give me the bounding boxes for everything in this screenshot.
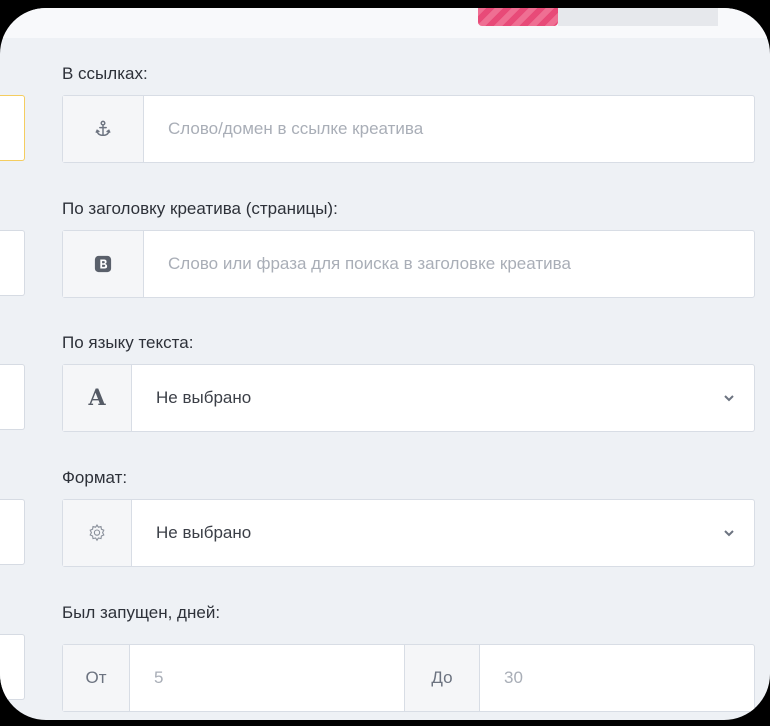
- language-select[interactable]: A Не выбрано: [62, 364, 755, 432]
- chevron-down-icon[interactable]: [704, 500, 754, 566]
- left-column-input-1[interactable]: [0, 95, 25, 161]
- format-filter-label: Формат:: [62, 468, 128, 487]
- launched-days-range: От 5 До 30: [62, 644, 755, 712]
- chevron-down-icon[interactable]: [704, 365, 754, 431]
- format-select[interactable]: Не выбрано: [62, 499, 755, 567]
- font-a-icon: A: [63, 365, 132, 431]
- title-filter-label: По заголовку креатива (страницы):: [62, 199, 338, 218]
- bold-b-icon: [63, 231, 144, 297]
- title-filter-input[interactable]: Слово или фраза для поиска в заголовке к…: [62, 230, 755, 298]
- gear-icon: [63, 500, 132, 566]
- from-label: От: [63, 645, 130, 711]
- title-filter-placeholder[interactable]: Слово или фраза для поиска в заголовке к…: [144, 231, 754, 297]
- left-column-input-5[interactable]: [0, 634, 25, 700]
- to-input[interactable]: 30: [480, 645, 754, 711]
- language-select-value[interactable]: Не выбрано: [132, 365, 704, 431]
- progress-stripe: [478, 8, 558, 26]
- launched-days-label: Был запущен, дней:: [62, 603, 221, 622]
- left-column-input-2[interactable]: [0, 230, 25, 296]
- left-column-input-4[interactable]: [0, 499, 25, 565]
- links-filter-input[interactable]: Слово/домен в ссылке креатива: [62, 95, 755, 163]
- links-filter-label: В ссылках:: [62, 64, 148, 83]
- to-label: До: [404, 645, 480, 711]
- format-select-value[interactable]: Не выбрано: [132, 500, 704, 566]
- left-column-input-3[interactable]: [0, 364, 25, 430]
- from-input[interactable]: 5: [130, 645, 404, 711]
- language-filter-label: По языку текста:: [62, 333, 194, 352]
- links-filter-placeholder[interactable]: Слово/домен в ссылке креатива: [144, 96, 754, 162]
- font-a-glyph: A: [88, 385, 106, 411]
- anchor-icon: [63, 96, 144, 162]
- top-tab-grey: [558, 8, 718, 26]
- filter-panel: В ссылках: Слово/домен в ссылке креатива…: [0, 8, 770, 720]
